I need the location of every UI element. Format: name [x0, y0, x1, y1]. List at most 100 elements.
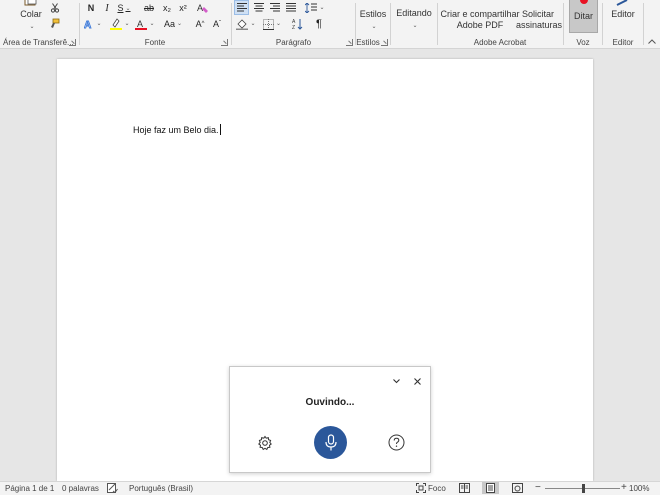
change-case-label: Aa [163, 18, 175, 29]
document-body-text[interactable]: Hoje faz um Belo dia. [133, 124, 221, 135]
show-formatting-button[interactable]: ¶ [312, 17, 326, 31]
clipboard-launcher-icon[interactable] [69, 39, 76, 46]
svg-text:Z: Z [292, 25, 295, 30]
paragraph-group: ⌄ ⌄ ⌄ AZ ¶ Parágrafo [232, 0, 355, 48]
subscript-button[interactable]: x₂ [160, 2, 174, 15]
adobe-acrobat-group-label: Adobe Acrobat [473, 38, 527, 47]
chevron-down-icon: ⌄ [371, 24, 377, 30]
create-pdf-line1: Criar e compartilhar [440, 9, 520, 19]
dictate-label: Ditar [573, 11, 593, 21]
collapse-chevron-icon[interactable] [390, 375, 402, 387]
collapse-ribbon-icon[interactable] [646, 36, 658, 46]
request-signatures-button[interactable]: Solicitar assinaturas [516, 9, 563, 31]
chevron-down-icon: ⌄ [176, 21, 183, 27]
help-icon[interactable] [386, 432, 406, 452]
underline-label: S [117, 3, 124, 13]
text-effects-button[interactable]: A ⌄ [84, 17, 102, 31]
request-sign-line2: assinaturas [516, 20, 563, 30]
focus-button[interactable]: Foco [428, 484, 446, 493]
microphone-button[interactable] [314, 426, 347, 459]
chevron-down-icon: ⌄ [319, 4, 325, 11]
web-layout-icon[interactable] [512, 483, 523, 495]
styles-group: Estilos ⌄ Estilos [356, 0, 390, 48]
line-spacing-button[interactable]: ⌄ [304, 0, 326, 15]
editor-group-label: Editor [612, 38, 634, 47]
divider [643, 3, 644, 45]
focus-icon[interactable] [416, 483, 426, 495]
status-bar: Página 1 de 1 0 palavras Português (Bras… [0, 481, 660, 495]
read-mode-icon[interactable] [459, 483, 470, 495]
font-launcher-icon[interactable] [221, 39, 228, 46]
highlight-color-button[interactable]: ⌄ [110, 17, 130, 31]
print-layout-icon[interactable] [482, 482, 499, 494]
superscript-button[interactable]: x² [176, 2, 190, 15]
svg-text:A: A [84, 20, 91, 30]
language-indicator[interactable]: Português (Brasil) [129, 484, 193, 493]
create-pdf-line2: Adobe PDF [456, 20, 504, 30]
document-text: Hoje faz um Belo dia. [133, 125, 219, 135]
voice-group-label: Voz [576, 38, 590, 47]
paragraph-group-label: Parágrafo [275, 38, 312, 47]
bold-button[interactable]: N [84, 2, 98, 15]
editor-button[interactable]: Editor [603, 9, 643, 20]
styles-group-label: Estilos [356, 38, 380, 47]
settings-gear-icon[interactable] [255, 433, 275, 453]
zoom-out-button[interactable]: − [535, 482, 541, 493]
zoom-in-button[interactable]: + [621, 482, 627, 493]
paste-button[interactable]: Colar ⌄ [14, 9, 48, 33]
chevron-down-icon: ⌄ [124, 21, 130, 27]
align-center-button[interactable] [251, 0, 266, 15]
underline-button[interactable]: S ⌄ [116, 2, 132, 15]
chevron-down-icon: ⌄ [96, 21, 102, 27]
styles-button[interactable]: Estilos ⌄ [356, 9, 390, 33]
zoom-slider-thumb[interactable] [581, 484, 585, 493]
zoom-level[interactable]: 100% [629, 484, 649, 493]
paste-label: Colar [20, 9, 42, 19]
styles-launcher-icon[interactable] [381, 39, 388, 46]
grow-font-button[interactable]: A ^ [193, 17, 207, 31]
italic-button[interactable]: I [101, 2, 113, 15]
editor-icon [615, 0, 629, 6]
clipboard-group-label: Área de Transferê... [3, 38, 74, 47]
text-cursor [219, 124, 221, 135]
font-group-label: Fonte [144, 38, 166, 47]
shrink-font-button[interactable]: Aˇ [210, 17, 224, 31]
chevron-down-icon: ⌄ [29, 24, 35, 30]
editing-group: Editando ⌄ [391, 0, 437, 48]
chevron-down-icon: ⌄ [125, 5, 131, 12]
create-share-pdf-button[interactable]: Criar e compartilhar Adobe PDF [440, 9, 520, 31]
chevron-down-icon: ⌄ [275, 21, 282, 27]
ribbon: Colar ⌄ Área de Transferê... N I S ⌄ ab x₂… [0, 0, 660, 49]
dictate-button[interactable]: Ditar [569, 0, 598, 33]
clipboard-group: Colar ⌄ Área de Transferê... [0, 0, 78, 48]
strikethrough-button[interactable]: ab [142, 2, 156, 15]
svg-text:A: A [137, 19, 143, 29]
dictation-status: Ouvindo... [305, 397, 355, 408]
format-painter-icon[interactable] [47, 17, 61, 31]
align-right-button[interactable] [267, 0, 282, 15]
close-icon[interactable] [411, 375, 423, 387]
editor-group: Editor Editor [603, 0, 643, 48]
shading-button[interactable]: ⌄ [235, 17, 257, 31]
clear-formatting-icon[interactable]: A [195, 1, 209, 15]
cut-icon[interactable] [49, 2, 61, 14]
paragraph-launcher-icon[interactable] [346, 39, 353, 46]
change-case-button[interactable]: Aa ⌄ [162, 17, 184, 31]
justify-button[interactable] [283, 0, 298, 15]
recording-indicator-icon [580, 0, 588, 4]
request-sign-line1: Solicitar [521, 9, 554, 19]
font-color-button[interactable]: A ⌄ [135, 17, 155, 31]
dictation-panel: Ouvindo... [229, 366, 431, 473]
word-count[interactable]: 0 palavras [62, 484, 99, 493]
font-group: N I S ⌄ ab x₂ x² A A ⌄ ⌄ A ⌄ Aa ⌄ A ^ Aˇ Font… [80, 0, 230, 48]
sort-icon[interactable]: AZ [290, 17, 305, 31]
proofing-icon[interactable] [107, 483, 118, 495]
align-left-button[interactable] [234, 0, 249, 15]
borders-button[interactable]: ⌄ [261, 17, 283, 31]
editing-label: Editando [396, 8, 432, 18]
page-count[interactable]: Página 1 de 1 [5, 484, 54, 493]
editing-button[interactable]: Editando ⌄ [391, 8, 437, 32]
paste-icon [18, 0, 42, 6]
chevron-down-icon: ⌄ [250, 21, 256, 27]
adobe-acrobat-group: Criar e compartilhar Adobe PDF Solicitar… [438, 0, 563, 48]
